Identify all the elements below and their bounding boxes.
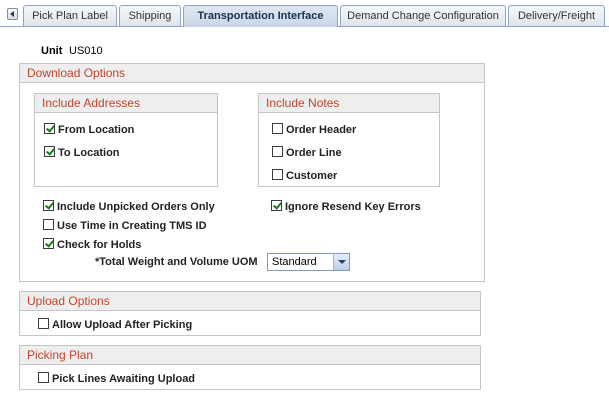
tab-shipping[interactable]: Shipping [119, 5, 181, 26]
picking-plan-header: Picking Plan [20, 346, 480, 365]
tab-bar: Pick Plan Label Shipping Transportation … [0, 0, 609, 27]
to-location-row: To Location [44, 145, 120, 161]
ignore-resend-checkbox[interactable] [271, 200, 282, 211]
unit-label: Unit [41, 45, 63, 57]
pick-lines-label: Pick Lines Awaiting Upload [52, 373, 196, 385]
include-addresses-header: Include Addresses [35, 94, 217, 113]
tab-transportation-interface[interactable]: Transportation Interface [183, 5, 338, 27]
to-location-checkbox[interactable] [44, 146, 55, 157]
order-line-label: Order Line [286, 147, 342, 159]
uom-select-value: Standard [272, 256, 317, 268]
use-time-row: Use Time in Creating TMS ID [43, 218, 207, 234]
customer-checkbox[interactable] [272, 169, 283, 180]
upload-options-header: Upload Options [20, 292, 480, 311]
check-holds-row: Check for Holds [43, 237, 141, 253]
allow-upload-label: Allow Upload After Picking [52, 319, 193, 331]
from-location-checkbox[interactable] [44, 123, 55, 134]
tab-pick-plan-label[interactable]: Pick Plan Label [23, 5, 117, 26]
check-holds-checkbox[interactable] [43, 238, 54, 249]
order-header-row: Order Header [272, 122, 356, 138]
order-line-row: Order Line [272, 145, 342, 161]
customer-row: Customer [272, 168, 337, 184]
uom-select[interactable]: Standard [267, 253, 350, 271]
allow-upload-checkbox[interactable] [38, 318, 49, 329]
pick-lines-checkbox[interactable] [38, 372, 49, 383]
include-notes-header: Include Notes [259, 94, 439, 113]
ignore-resend-row: Ignore Resend Key Errors [271, 199, 421, 215]
customer-label: Customer [286, 170, 338, 182]
order-header-label: Order Header [286, 124, 357, 136]
unit-value: US010 [69, 45, 103, 57]
include-unpicked-row: Include Unpicked Orders Only [43, 199, 215, 215]
download-options-header: Download Options [20, 64, 484, 83]
scroll-left-icon[interactable] [7, 8, 18, 20]
order-header-checkbox[interactable] [272, 123, 283, 134]
from-location-label: From Location [58, 124, 135, 136]
order-line-checkbox[interactable] [272, 146, 283, 157]
from-location-row: From Location [44, 122, 134, 138]
ignore-resend-label: Ignore Resend Key Errors [285, 201, 421, 213]
include-unpicked-checkbox[interactable] [43, 200, 54, 211]
pick-lines-row: Pick Lines Awaiting Upload [38, 371, 195, 387]
use-time-checkbox[interactable] [43, 219, 54, 230]
uom-label: *Total Weight and Volume UOM [95, 256, 258, 268]
to-location-label: To Location [58, 147, 120, 159]
check-holds-label: Check for Holds [57, 239, 142, 251]
allow-upload-row: Allow Upload After Picking [38, 317, 192, 333]
tab-demand-change-configuration[interactable]: Demand Change Configuration [340, 5, 506, 26]
use-time-label: Use Time in Creating TMS ID [57, 220, 207, 232]
include-addresses-group: Include Addresses [34, 93, 218, 187]
include-unpicked-label: Include Unpicked Orders Only [57, 201, 215, 213]
chevron-down-icon[interactable] [333, 254, 349, 270]
tab-delivery-freight[interactable]: Delivery/Freight [508, 5, 605, 26]
